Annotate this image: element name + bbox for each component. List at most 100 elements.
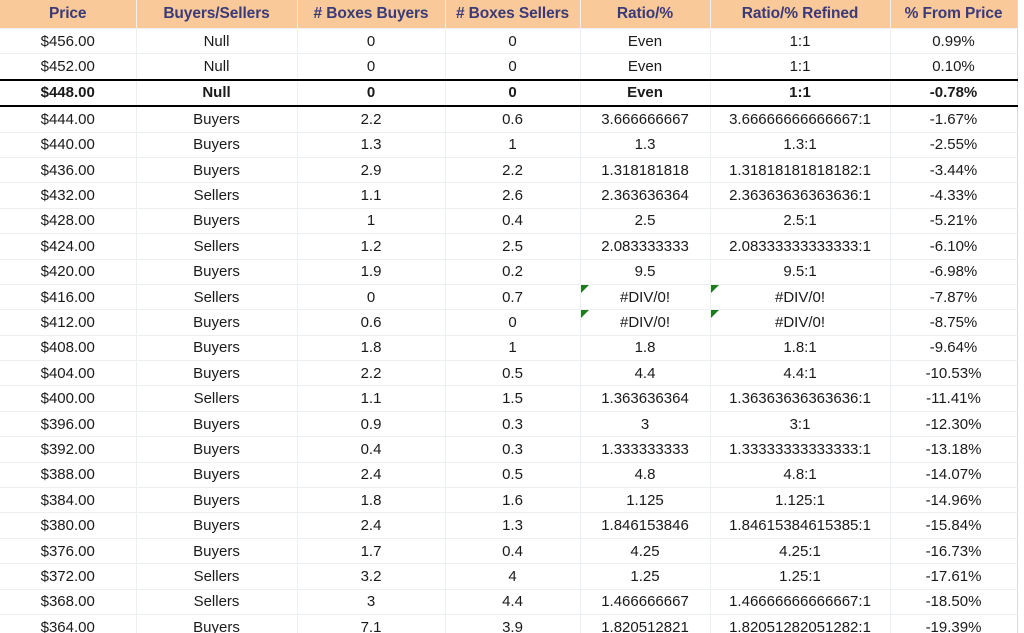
cell-side[interactable]: Buyers: [136, 106, 298, 133]
cell-boxes_buy[interactable]: 3.2: [297, 563, 446, 590]
cell-boxes_buy[interactable]: 0: [297, 78, 446, 108]
table-row[interactable]: $384.00 Buyers 1.8 1.6 1.125 1.125:1 -14.96%: [0, 487, 1018, 514]
table-row[interactable]: $396.00 Buyers 0.9 0.3 3 3:1 -12.30%: [0, 411, 1018, 438]
cell-from_price[interactable]: -11.41%: [890, 385, 1018, 412]
cell-refined[interactable]: 4.8:1: [710, 462, 891, 489]
cell-refined[interactable]: 1:1: [710, 53, 891, 81]
cell-from_price[interactable]: -7.87%: [890, 284, 1018, 311]
cell-boxes_buy[interactable]: 1.8: [297, 487, 446, 514]
cell-boxes_sell[interactable]: 1.6: [445, 487, 581, 514]
table-row[interactable]: $444.00 Buyers 2.2 0.6 3.666666667 3.66666666…: [0, 106, 1018, 133]
cell-boxes_sell[interactable]: 0: [445, 78, 581, 108]
cell-price[interactable]: $424.00: [0, 233, 137, 260]
cell-refined[interactable]: 1.84615384615385:1: [710, 512, 891, 539]
cell-boxes_buy[interactable]: 1: [297, 208, 446, 235]
cell-side[interactable]: Buyers: [136, 487, 298, 514]
cell-refined[interactable]: 1.3:1: [710, 132, 891, 158]
cell-side[interactable]: Buyers: [136, 132, 298, 158]
cell-ratio[interactable]: 2.083333333: [580, 233, 711, 260]
cell-ratio[interactable]: 2.5: [580, 208, 711, 235]
cell-refined[interactable]: 3.66666666666667:1: [710, 106, 891, 133]
cell-ratio[interactable]: 1.820512821: [580, 614, 711, 633]
cell-from_price[interactable]: -9.64%: [890, 335, 1018, 362]
cell-ratio[interactable]: 1.318181818: [580, 157, 711, 184]
cell-from_price[interactable]: -14.07%: [890, 462, 1018, 489]
cell-refined[interactable]: #DIV/0!: [710, 309, 891, 336]
cell-boxes_sell[interactable]: 0.2: [445, 259, 581, 285]
cell-ratio[interactable]: 1.8: [580, 335, 711, 362]
cell-boxes_buy[interactable]: 2.4: [297, 462, 446, 489]
cell-ratio[interactable]: 9.5: [580, 259, 711, 285]
cell-refined[interactable]: 2.08333333333333:1: [710, 233, 891, 260]
cell-refined[interactable]: 1.33333333333333:1: [710, 436, 891, 463]
cell-boxes_buy[interactable]: 1.2: [297, 233, 446, 260]
cell-from_price[interactable]: -18.50%: [890, 589, 1018, 615]
cell-refined[interactable]: 1.125:1: [710, 487, 891, 514]
table-row[interactable]: $372.00 Sellers 3.2 4 1.25 1.25:1 -17.61%: [0, 563, 1018, 590]
cell-boxes_sell[interactable]: 0: [445, 309, 581, 336]
cell-side[interactable]: Buyers: [136, 512, 298, 539]
cell-price[interactable]: $408.00: [0, 335, 137, 362]
cell-price[interactable]: $384.00: [0, 487, 137, 514]
cell-boxes_sell[interactable]: 2.6: [445, 182, 581, 209]
table-row[interactable]: $448.00 Null 0 0 Even 1:1 -0.78%: [0, 78, 1018, 108]
cell-ratio[interactable]: 1.125: [580, 487, 711, 514]
cell-from_price[interactable]: -13.18%: [890, 436, 1018, 463]
cell-ratio[interactable]: 4.25: [580, 538, 711, 565]
cell-from_price[interactable]: -14.96%: [890, 487, 1018, 514]
cell-side[interactable]: Sellers: [136, 284, 298, 311]
cell-from_price[interactable]: -6.10%: [890, 233, 1018, 260]
cell-boxes_buy[interactable]: 3: [297, 589, 446, 615]
cell-boxes_buy[interactable]: 0: [297, 53, 446, 81]
cell-side[interactable]: Buyers: [136, 208, 298, 235]
cell-refined[interactable]: 2.5:1: [710, 208, 891, 235]
cell-price[interactable]: $448.00: [0, 78, 137, 108]
cell-ratio[interactable]: 1.3: [580, 132, 711, 158]
cell-from_price[interactable]: 0.10%: [890, 53, 1018, 81]
cell-ratio[interactable]: 1.846153846: [580, 512, 711, 539]
column-header-boxes_buy[interactable]: # Boxes Buyers: [297, 0, 446, 29]
cell-side[interactable]: Buyers: [136, 157, 298, 184]
cell-side[interactable]: Buyers: [136, 436, 298, 463]
column-header-ratio[interactable]: Ratio/%: [580, 0, 711, 29]
cell-side[interactable]: Buyers: [136, 309, 298, 336]
cell-from_price[interactable]: -2.55%: [890, 132, 1018, 158]
cell-price[interactable]: $376.00: [0, 538, 137, 565]
table-row[interactable]: $424.00 Sellers 1.2 2.5 2.083333333 2.0833333…: [0, 233, 1018, 260]
cell-from_price[interactable]: -15.84%: [890, 512, 1018, 539]
table-row[interactable]: $388.00 Buyers 2.4 0.5 4.8 4.8:1 -14.07%: [0, 462, 1018, 489]
cell-from_price[interactable]: -10.53%: [890, 360, 1018, 387]
cell-refined[interactable]: 1.36363636363636:1: [710, 385, 891, 412]
cell-side[interactable]: Buyers: [136, 335, 298, 362]
cell-from_price[interactable]: -8.75%: [890, 309, 1018, 336]
cell-refined[interactable]: 1:1: [710, 28, 891, 55]
cell-side[interactable]: Buyers: [136, 360, 298, 387]
cell-from_price[interactable]: -12.30%: [890, 411, 1018, 438]
cell-boxes_sell[interactable]: 0: [445, 53, 581, 81]
cell-refined[interactable]: 1.8:1: [710, 335, 891, 362]
table-row[interactable]: $436.00 Buyers 2.9 2.2 1.318181818 1.31818181…: [0, 157, 1018, 184]
cell-boxes_sell[interactable]: 1: [445, 335, 581, 362]
cell-boxes_sell[interactable]: 0.4: [445, 208, 581, 235]
cell-boxes_sell[interactable]: 1: [445, 132, 581, 158]
cell-price[interactable]: $416.00: [0, 284, 137, 311]
cell-boxes_buy[interactable]: 0.4: [297, 436, 446, 463]
cell-boxes_sell[interactable]: 4.4: [445, 589, 581, 615]
cell-price[interactable]: $368.00: [0, 589, 137, 615]
column-header-side[interactable]: Buyers/Sellers: [136, 0, 298, 29]
cell-from_price[interactable]: -6.98%: [890, 259, 1018, 285]
cell-refined[interactable]: #DIV/0!: [710, 284, 891, 311]
cell-ratio[interactable]: Even: [580, 28, 711, 55]
cell-side[interactable]: Buyers: [136, 614, 298, 633]
table-row[interactable]: $456.00 Null 0 0 Even 1:1 0.99%: [0, 28, 1018, 55]
cell-boxes_buy[interactable]: 1.1: [297, 182, 446, 209]
cell-price[interactable]: $440.00: [0, 132, 137, 158]
table-row[interactable]: $364.00 Buyers 7.1 3.9 1.820512821 1.82051282…: [0, 614, 1018, 633]
cell-side[interactable]: Buyers: [136, 411, 298, 438]
cell-ratio[interactable]: Even: [580, 53, 711, 81]
table-row[interactable]: $452.00 Null 0 0 Even 1:1 0.10%: [0, 53, 1018, 81]
cell-boxes_sell[interactable]: 0.5: [445, 462, 581, 489]
cell-refined[interactable]: 1.82051282051282:1: [710, 614, 891, 633]
column-header-refined[interactable]: Ratio/% Refined: [710, 0, 891, 29]
cell-ratio[interactable]: 2.363636364: [580, 182, 711, 209]
